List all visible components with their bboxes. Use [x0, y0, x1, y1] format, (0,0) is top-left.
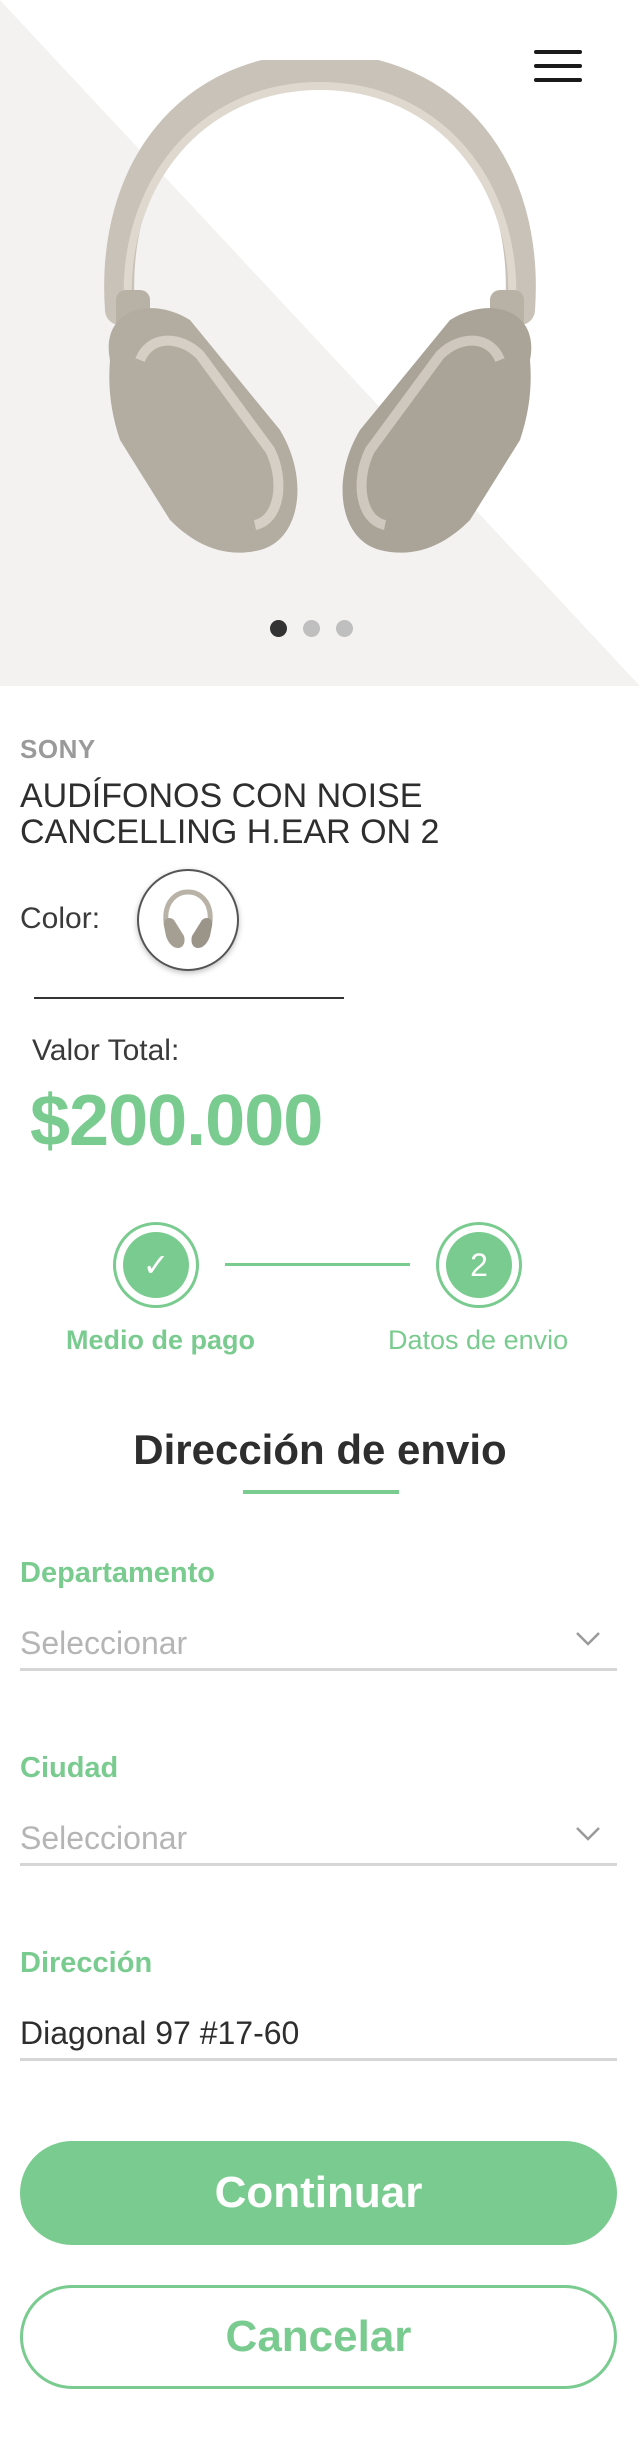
total-value: $200.000 [30, 1081, 323, 1161]
section-title-underline [243, 1490, 399, 1494]
direccion-value: Diagonal 97 #17-60 [20, 2015, 300, 2051]
carousel-dot-1[interactable] [270, 620, 287, 637]
direccion-input[interactable]: Diagonal 97 #17-60 [20, 2003, 617, 2061]
ciudad-select[interactable]: Seleccionar [20, 1808, 617, 1866]
chevron-down-icon [576, 1632, 600, 1646]
section-title: Dirección de envio [133, 1426, 507, 1473]
departamento-placeholder: Seleccionar [20, 1625, 188, 1661]
step-medio-de-pago[interactable]: ✓ [113, 1222, 199, 1308]
ciudad-label: Ciudad [20, 1752, 119, 1784]
step-number: 2 [446, 1232, 512, 1298]
total-label: Valor Total: [32, 1034, 180, 1067]
stepper-connector [225, 1263, 410, 1266]
menu-icon-bar [534, 64, 582, 68]
price-divider [34, 997, 344, 999]
step-label-medio-de-pago: Medio de pago [66, 1325, 255, 1355]
carousel-dot-3[interactable] [336, 620, 353, 637]
cancel-button[interactable]: Cancelar [20, 2285, 617, 2389]
step-datos-de-envio[interactable]: 2 [436, 1222, 522, 1308]
menu-button[interactable] [526, 42, 590, 90]
color-swatch[interactable] [137, 869, 239, 971]
menu-icon-bar [534, 50, 582, 54]
step-label-datos-de-envio: Datos de envio [388, 1325, 569, 1355]
headphones-icon [163, 889, 213, 948]
continue-button[interactable]: Continuar [20, 2141, 617, 2245]
chevron-down-icon [576, 1827, 600, 1841]
ciudad-placeholder: Seleccionar [20, 1820, 188, 1856]
product-brand: SONY [20, 734, 96, 764]
menu-icon-bar [534, 78, 582, 82]
product-title: AUDÍFONOS CON NOISE CANCELLING H.EAR ON … [20, 777, 440, 851]
check-icon: ✓ [123, 1232, 189, 1298]
product-hero [0, 0, 640, 686]
product-image [104, 60, 536, 553]
departamento-label: Departamento [20, 1557, 215, 1589]
carousel-dots [270, 620, 353, 640]
carousel-dot-2[interactable] [303, 620, 320, 637]
color-label: Color: [20, 902, 101, 935]
departamento-select[interactable]: Seleccionar [20, 1613, 617, 1671]
direccion-label: Dirección [20, 1947, 153, 1979]
